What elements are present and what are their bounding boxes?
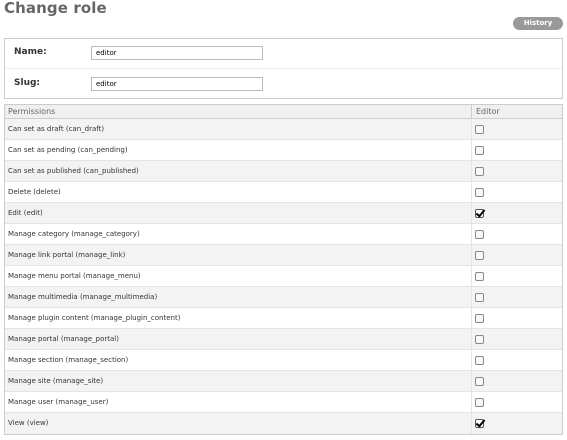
name-label: Name: <box>14 47 47 57</box>
table-row: Manage plugin content (manage_plugin_con… <box>5 308 562 329</box>
permission-checkbox[interactable] <box>475 230 484 239</box>
table-row: Manage site (manage_site) <box>5 371 562 392</box>
editor-cell <box>472 329 562 349</box>
permission-label: Manage site (manage_site) <box>5 371 472 391</box>
permission-label: Manage multimedia (manage_multimedia) <box>5 287 472 307</box>
editor-cell <box>472 308 562 328</box>
permission-checkbox[interactable] <box>475 377 484 386</box>
slug-input[interactable] <box>91 77 263 91</box>
table-row: View (view) <box>5 413 562 434</box>
editor-cell <box>472 350 562 370</box>
history-button[interactable]: History <box>513 17 563 30</box>
permission-checkbox[interactable] <box>475 419 484 428</box>
permission-checkbox[interactable] <box>475 167 484 176</box>
permission-label: Manage link portal (manage_link) <box>5 245 472 265</box>
editor-cell <box>472 413 562 434</box>
editor-cell <box>472 266 562 286</box>
editor-cell <box>472 245 562 265</box>
permission-checkbox[interactable] <box>475 335 484 344</box>
editor-cell <box>472 119 562 139</box>
table-row: Manage portal (manage_portal) <box>5 329 562 350</box>
permission-label: Delete (delete) <box>5 182 472 202</box>
permission-label: Manage section (manage_section) <box>5 350 472 370</box>
permissions-table: Permissions Editor Can set as draft (can… <box>4 104 563 435</box>
table-row: Manage menu portal (manage_menu) <box>5 266 562 287</box>
permission-label: Manage menu portal (manage_menu) <box>5 266 472 286</box>
table-row: Delete (delete) <box>5 182 562 203</box>
permission-checkbox[interactable] <box>475 398 484 407</box>
table-row: Manage user (manage_user) <box>5 392 562 413</box>
permission-checkbox[interactable] <box>475 314 484 323</box>
name-input[interactable] <box>91 46 263 60</box>
form-divider <box>5 68 562 69</box>
table-row: Can set as draft (can_draft) <box>5 119 562 140</box>
editor-cell <box>472 182 562 202</box>
permission-label: Manage category (manage_category) <box>5 224 472 244</box>
permission-label: Manage user (manage_user) <box>5 392 472 412</box>
permission-checkbox[interactable] <box>475 125 484 134</box>
editor-cell <box>472 392 562 412</box>
column-header-editor: Editor <box>476 107 500 116</box>
editor-cell <box>472 140 562 160</box>
permission-label: Can set as published (can_published) <box>5 161 472 181</box>
permission-checkbox[interactable] <box>475 188 484 197</box>
editor-cell <box>472 371 562 391</box>
permission-checkbox[interactable] <box>475 356 484 365</box>
permission-checkbox[interactable] <box>475 209 484 218</box>
permission-label: Edit (edit) <box>5 203 472 223</box>
editor-cell <box>472 203 562 223</box>
editor-cell <box>472 287 562 307</box>
permission-label: Can set as draft (can_draft) <box>5 119 472 139</box>
permission-checkbox[interactable] <box>475 251 484 260</box>
permission-label: Can set as pending (can_pending) <box>5 140 472 160</box>
page-title: Change role <box>4 0 107 17</box>
table-row: Can set as published (can_published) <box>5 161 562 182</box>
role-form: Name: Slug: <box>4 38 563 99</box>
table-row: Edit (edit) <box>5 203 562 224</box>
slug-label: Slug: <box>14 78 41 88</box>
column-header-permissions: Permissions <box>5 105 472 118</box>
editor-cell <box>472 161 562 181</box>
table-row: Can set as pending (can_pending) <box>5 140 562 161</box>
permission-label: View (view) <box>5 413 472 434</box>
table-row: Manage section (manage_section) <box>5 350 562 371</box>
permission-label: Manage plugin content (manage_plugin_con… <box>5 308 472 328</box>
permission-checkbox[interactable] <box>475 272 484 281</box>
permission-checkbox[interactable] <box>475 146 484 155</box>
permission-checkbox[interactable] <box>475 293 484 302</box>
table-header: Permissions Editor <box>5 105 562 119</box>
table-row: Manage multimedia (manage_multimedia) <box>5 287 562 308</box>
table-body: Can set as draft (can_draft) Can set as p… <box>5 119 562 434</box>
permission-label: Manage portal (manage_portal) <box>5 329 472 349</box>
table-row: Manage link portal (manage_link) <box>5 245 562 266</box>
editor-cell <box>472 224 562 244</box>
table-row: Manage category (manage_category) <box>5 224 562 245</box>
